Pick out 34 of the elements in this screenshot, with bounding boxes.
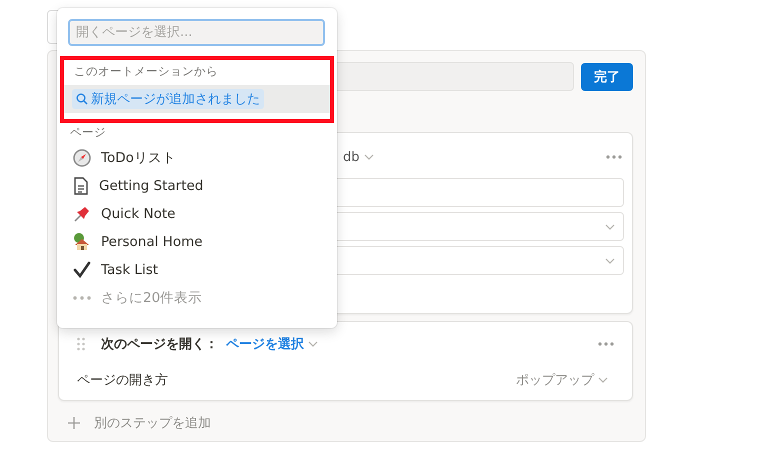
compass-icon: [73, 149, 91, 167]
chevron-down-icon: [598, 377, 608, 383]
page-select[interactable]: ページを選択: [226, 335, 304, 353]
option-label: ページの開き方: [77, 372, 168, 389]
database-name[interactable]: db: [343, 150, 360, 164]
step-label: 次のページを開く：: [101, 336, 218, 353]
ellipsis-icon: [73, 296, 91, 300]
more-icon[interactable]: [606, 155, 622, 159]
done-button[interactable]: 完了: [581, 62, 633, 90]
chevron-down-icon: [308, 341, 318, 347]
chevron-down-icon: [364, 154, 374, 160]
chevron-down-icon: [605, 258, 615, 264]
open-mode-select[interactable]: ポップアップ: [516, 371, 608, 389]
more-icon[interactable]: [598, 342, 614, 346]
checkmark-icon: [73, 261, 91, 279]
pushpin-icon: [73, 205, 91, 223]
menu-item[interactable]: 新規ページが追加されました: [64, 85, 330, 113]
trigger-chip[interactable]: 新規ページが追加されました: [72, 89, 264, 109]
page-item[interactable]: Quick Note: [57, 200, 337, 228]
show-more-item[interactable]: さらに20件表示: [57, 284, 337, 312]
search-icon: [76, 93, 88, 105]
page-item[interactable]: Getting Started: [57, 172, 337, 200]
page-item[interactable]: Task List: [57, 256, 337, 284]
section-title: このオートメーションから: [73, 63, 219, 80]
page-item[interactable]: Personal Home: [57, 228, 337, 256]
chevron-down-icon: [605, 224, 615, 230]
drag-handle-icon[interactable]: [77, 337, 85, 351]
section-title: ページ: [69, 124, 107, 141]
search-field[interactable]: 開くページを選択...: [68, 19, 325, 46]
plus-icon: [68, 417, 80, 429]
document-icon: [73, 177, 89, 195]
page-item[interactable]: ToDoリスト: [57, 144, 337, 172]
house-icon: [73, 233, 91, 251]
add-step-button[interactable]: 別のステップを追加: [58, 414, 633, 432]
